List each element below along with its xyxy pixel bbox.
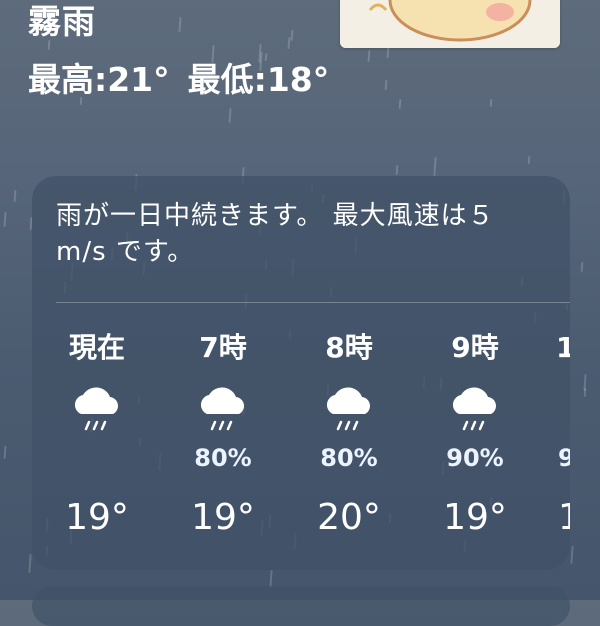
rain-cloud-icon <box>74 387 118 431</box>
raindrop <box>583 373 587 392</box>
rain-cloud-icon <box>452 387 496 431</box>
raindrop <box>583 387 587 398</box>
raindrop <box>527 155 531 165</box>
raindrop <box>395 164 399 176</box>
hour-item: 7時 80% 19° <box>168 326 278 538</box>
raindrop <box>3 211 7 228</box>
hour-item: 9時 90% 19° <box>420 326 530 538</box>
hour-item: 8時 80% 20° <box>294 326 404 538</box>
raindrop <box>384 79 388 91</box>
raindrop <box>570 545 574 565</box>
high-temp: 最高:21° <box>28 60 170 99</box>
hour-temp: 20° <box>317 497 381 538</box>
raindrop <box>398 98 402 110</box>
hour-label: 8時 <box>325 331 373 364</box>
hour-label: 1 <box>556 331 570 364</box>
raindrop <box>580 261 584 273</box>
hour-temp: 1 <box>558 497 570 538</box>
precip-chance: 9 <box>558 444 570 472</box>
precip-chance: 80% <box>194 444 252 472</box>
weather-header: 霧雨 最高:21° 最低:18° <box>28 0 329 102</box>
hour-label: 現在 <box>68 331 125 364</box>
raindrop <box>13 189 17 203</box>
raindrop <box>367 49 371 63</box>
hour-label: 7時 <box>199 331 247 364</box>
rain-cloud-icon <box>200 387 244 431</box>
hour-temp: 19° <box>443 497 507 538</box>
precip-chance: 90% <box>446 444 504 472</box>
hour-item: 現在 19° <box>42 326 152 538</box>
raindrop <box>3 445 7 460</box>
condition-text: 霧雨 <box>28 2 96 41</box>
hour-label: 9時 <box>451 331 499 364</box>
next-card[interactable] <box>32 586 570 626</box>
hourly-scroll[interactable]: 現在 19° 7時 80% 19° 8時 80% 20° 9時 90% 19° … <box>32 326 570 566</box>
precip-chance: 80% <box>320 444 378 472</box>
hour-temp: 19° <box>191 497 255 538</box>
high-low-temps: 最高:21° 最低:18° <box>28 58 329 102</box>
forecast-summary: 雨が一日中続きます。 最大風速は５ m/s です。 <box>56 201 495 267</box>
sticker-image <box>340 0 560 48</box>
hourly-forecast-card[interactable]: 雨が一日中続きます。 最大風速は５ m/s です。 現在 19° 7時 80% <box>32 176 570 570</box>
raindrop <box>228 107 232 124</box>
hour-item: 1 9 1 <box>546 326 570 538</box>
divider <box>56 302 570 303</box>
low-temp: 最低:18° <box>187 60 330 99</box>
rain-cloud-icon <box>326 387 370 431</box>
raindrop <box>489 98 493 108</box>
raindrop <box>433 156 437 177</box>
hour-temp: 19° <box>65 497 129 538</box>
